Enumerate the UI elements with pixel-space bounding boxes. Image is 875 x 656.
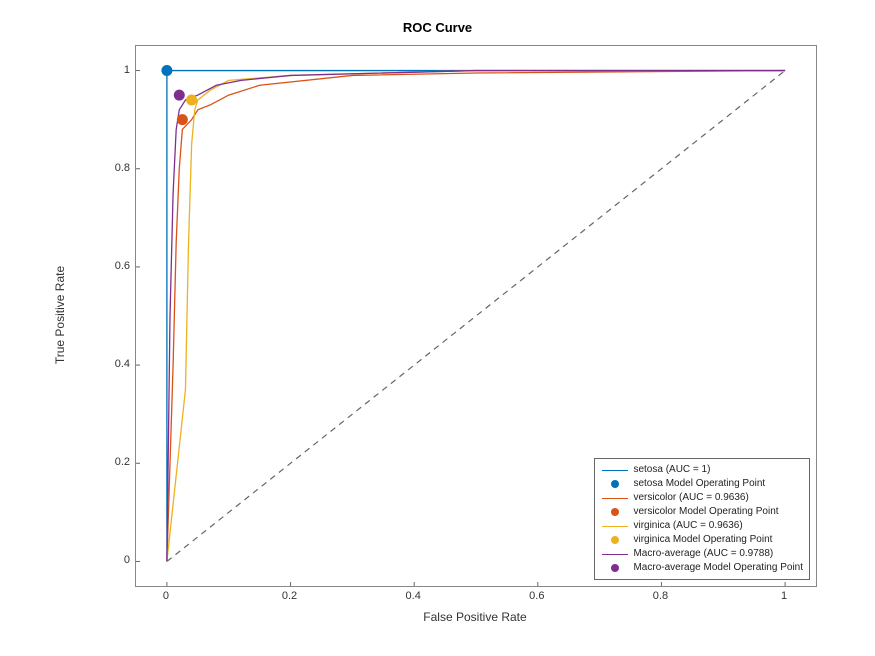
legend-dot-icon — [601, 505, 629, 519]
legend-dot-icon — [601, 533, 629, 547]
legend-dot-icon — [601, 477, 629, 491]
legend-line-icon — [601, 463, 629, 477]
legend-line-icon — [601, 519, 629, 533]
legend-entry: virginica (AUC = 0.9636) — [601, 519, 803, 533]
legend-entry: Macro-average Model Operating Point — [601, 561, 803, 575]
y-axis-label: True Positive Rate — [53, 266, 67, 364]
operating-point — [177, 114, 188, 125]
legend-label: versicolor Model Operating Point — [633, 505, 778, 519]
plot-area: setosa (AUC = 1)setosa Model Operating P… — [135, 45, 817, 587]
y-tick: 1 — [80, 64, 130, 76]
x-tick: 1 — [781, 590, 787, 602]
legend-entry: versicolor Model Operating Point — [601, 505, 803, 519]
y-tick: 0.4 — [80, 358, 130, 370]
y-tick: 0.6 — [80, 260, 130, 272]
x-tick: 0.8 — [653, 590, 668, 602]
x-tick: 0.2 — [282, 590, 297, 602]
legend-label: setosa (AUC = 1) — [633, 463, 710, 477]
operating-point — [174, 90, 185, 101]
legend-dot-icon — [601, 561, 629, 575]
y-tick: 0.8 — [80, 162, 130, 174]
operating-point — [161, 65, 172, 76]
x-tick: 0 — [163, 590, 169, 602]
x-tick: 0.6 — [529, 590, 544, 602]
legend-entry: setosa (AUC = 1) — [601, 463, 803, 477]
legend-entry: versicolor (AUC = 0.9636) — [601, 491, 803, 505]
legend-label: virginica (AUC = 0.9636) — [633, 519, 742, 533]
operating-point — [186, 95, 197, 106]
legend-label: virginica Model Operating Point — [633, 533, 772, 547]
chart-title: ROC Curve — [0, 20, 875, 35]
x-axis-label: False Positive Rate — [423, 610, 526, 624]
legend-entry: Macro-average (AUC = 0.9788) — [601, 547, 803, 561]
x-tick: 0.4 — [406, 590, 421, 602]
legend-label: Macro-average Model Operating Point — [633, 561, 803, 575]
legend-label: Macro-average (AUC = 0.9788) — [633, 547, 773, 561]
legend-label: setosa Model Operating Point — [633, 477, 765, 491]
legend-entry: virginica Model Operating Point — [601, 533, 803, 547]
legend-line-icon — [601, 491, 629, 505]
y-tick: 0.2 — [80, 456, 130, 468]
legend-entry: setosa Model Operating Point — [601, 477, 803, 491]
y-tick: 0 — [80, 554, 130, 566]
legend-label: versicolor (AUC = 0.9636) — [633, 491, 748, 505]
legend-line-icon — [601, 547, 629, 561]
legend: setosa (AUC = 1)setosa Model Operating P… — [594, 458, 810, 580]
roc-chart: ROC Curve True Positive Rate False Posit… — [0, 0, 875, 656]
